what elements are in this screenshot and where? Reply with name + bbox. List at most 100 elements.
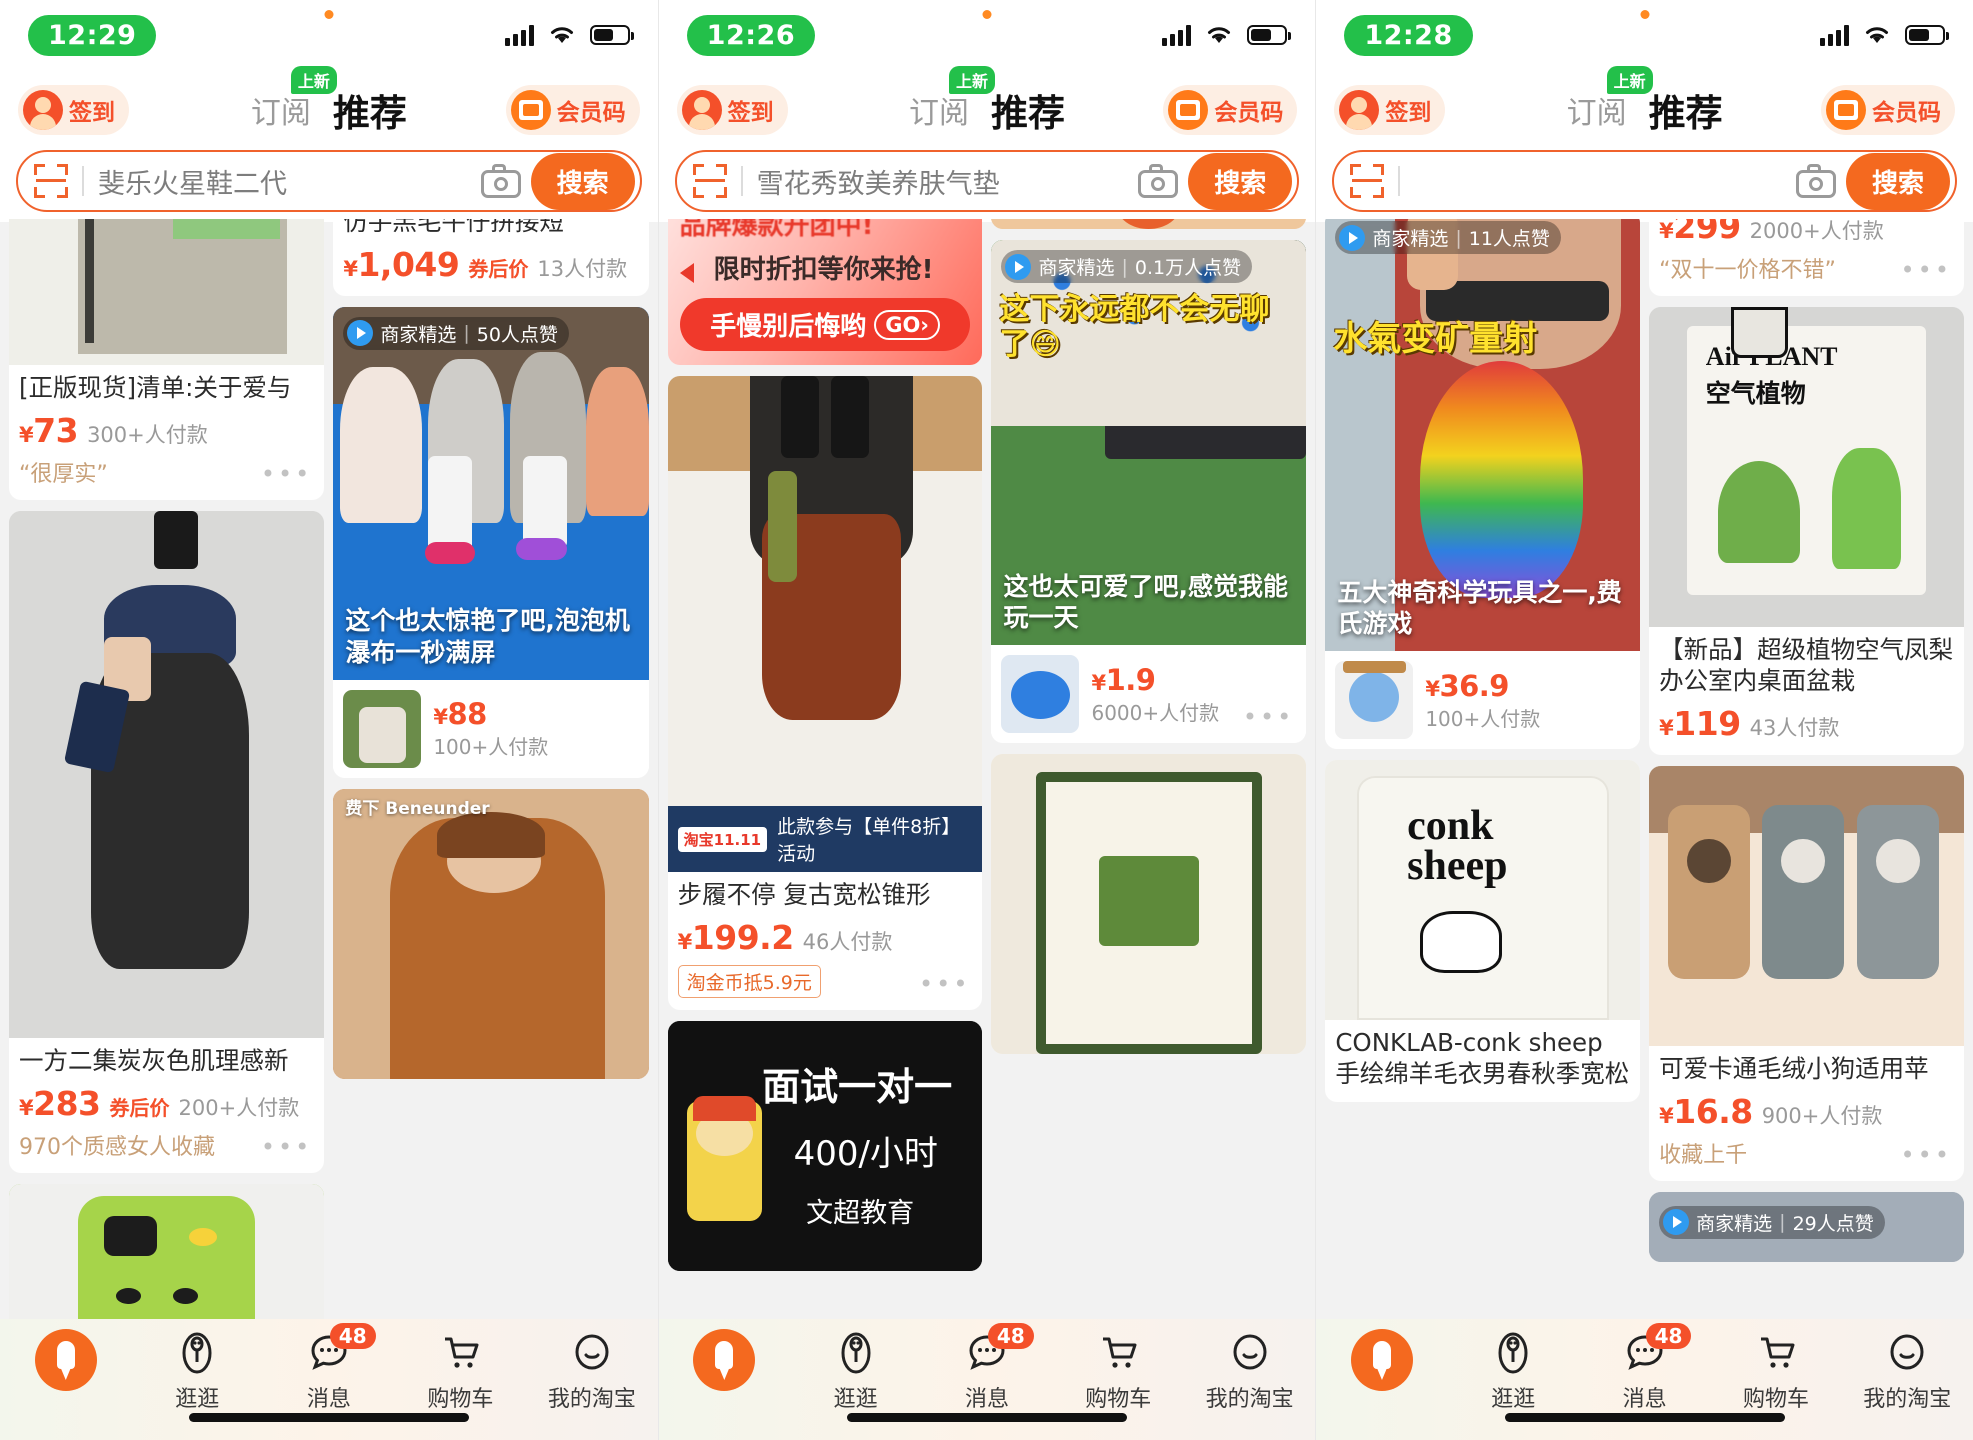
product-card[interactable]: Air PLANT 空气植物 【新品】超级植物空气凤梨办公室内桌面盆栽 ¥119…: [1649, 307, 1964, 755]
product-card[interactable]: 仿手羔毛牛仔拼接短 ¥1,049 券后价 13人付款: [333, 219, 649, 296]
product-card[interactable]: [991, 754, 1307, 1054]
strip-price-block: ¥1.9 6000+人付款: [1091, 663, 1219, 726]
scan-icon[interactable]: [1350, 164, 1385, 198]
product-price: ¥1,049: [343, 244, 460, 284]
search-bar[interactable]: 斐乐火星鞋二代 搜索: [16, 150, 642, 212]
tab-browse[interactable]: 逛逛: [790, 1329, 921, 1413]
tab-cart[interactable]: 购物车: [1710, 1329, 1841, 1413]
promo-cta-button[interactable]: 手慢别后悔哟 GO›: [679, 298, 971, 351]
divider: |: [1121, 255, 1128, 278]
product-card[interactable]: 面试一对一 400/小时 文超教育: [667, 1020, 983, 1271]
search-input[interactable]: 雪花秀致美养肤气垫: [757, 162, 1139, 201]
camera-icon[interactable]: [1138, 164, 1179, 198]
product-sold: 13人付款: [537, 256, 628, 281]
tab-my-taobao[interactable]: 我的淘宝: [526, 1329, 658, 1413]
product-card[interactable]: 一方二集炭灰色肌理感新 ¥283 券后价 200+人付款 970个质感女人收藏 …: [9, 510, 325, 1173]
tab-messages[interactable]: 48 消息: [921, 1323, 1052, 1413]
product-title: CONKLAB-conk sheep 手绘绵羊毛衣男春秋季宽松: [1335, 1028, 1630, 1088]
tab-cart[interactable]: 购物车: [395, 1329, 527, 1413]
bottom-tab-bar[interactable]: 逛逛 48 消息 购物车 我的淘宝: [0, 1319, 658, 1440]
video-card[interactable]: 商家精选 | 11人点赞 水氣变矿量射 五大神奇科学玩具之一,费氏游戏 ¥36.…: [1325, 219, 1641, 749]
tab-recommend-label: 推荐: [1648, 92, 1723, 135]
more-dots-icon[interactable]: •••: [1243, 705, 1294, 729]
wifi-icon: [1863, 24, 1891, 46]
tab-subscribe[interactable]: 订阅 上新: [909, 66, 995, 132]
bottom-tab-bar[interactable]: 逛逛 48 消息 购物车 我的淘宝: [1316, 1319, 1973, 1440]
cart-icon: [1752, 1329, 1800, 1377]
tab-browse[interactable]: 逛逛: [1448, 1329, 1579, 1413]
more-dots-icon[interactable]: •••: [1901, 258, 1952, 282]
more-dots-icon[interactable]: •••: [1901, 1143, 1952, 1167]
search-button[interactable]: 搜索: [530, 152, 635, 210]
checkin-button[interactable]: 签到: [676, 85, 788, 135]
product-feed[interactable]: [正版现货]清单:关于爱与 ¥73 300+人付款 “很厚实” ••• 一方二集…: [0, 219, 658, 1319]
camera-icon[interactable]: [1795, 164, 1836, 198]
tab-subscribe-label: 订阅: [1566, 96, 1627, 131]
tab-home[interactable]: [1316, 1329, 1447, 1391]
product-image: 费下 Beneunder: [333, 788, 649, 1079]
tab-recommend[interactable]: 推荐: [1649, 83, 1723, 137]
product-feed[interactable]: 品牌爆款开团中! 限时折扣等你来抢! 手慢别后悔哟 GO› 淘宝11.11 此款…: [659, 219, 1316, 1319]
member-code-button[interactable]: 会员码: [1820, 85, 1955, 135]
tab-recommend[interactable]: 推荐: [991, 83, 1065, 137]
tab-messages[interactable]: 48 消息: [1579, 1323, 1710, 1413]
checkin-button[interactable]: 签到: [18, 85, 129, 135]
product-image: [9, 510, 325, 1038]
product-title: 【新品】超级植物空气凤梨办公室内桌面盆栽: [1659, 635, 1954, 695]
video-card[interactable]: 商家精选 | 50人点赞 这个也太惊艳了吧,泡泡机瀑布一秒满屏 ¥88 100+…: [333, 306, 649, 778]
video-card[interactable]: 商家精选 | 0.1万人点赞 这下永远都不会无聊了😄 这也太可爱了吧,感觉我能玩…: [991, 240, 1307, 743]
ad-line2: 400/小时: [793, 1133, 938, 1174]
member-code-button[interactable]: 会员码: [505, 85, 640, 135]
message-icon: 48: [1621, 1323, 1692, 1377]
tab-messages[interactable]: 48 消息: [263, 1323, 395, 1413]
member-code-button[interactable]: 会员码: [1163, 85, 1298, 135]
tab-browse[interactable]: 逛逛: [132, 1329, 264, 1413]
product-card[interactable]: [正版现货]清单:关于爱与 ¥73 300+人付款 “很厚实” •••: [9, 219, 325, 500]
my-taobao-icon: [1883, 1329, 1931, 1377]
more-dots-icon[interactable]: •••: [919, 972, 970, 996]
video-badge: 商家精选 | 29人点赞: [1659, 1205, 1885, 1239]
tab-recommend[interactable]: 推荐: [333, 83, 407, 137]
play-icon: [1339, 224, 1366, 251]
more-dots-icon[interactable]: •••: [261, 1135, 312, 1159]
tab-cart[interactable]: 购物车: [1053, 1329, 1184, 1413]
tab-my-taobao[interactable]: 我的淘宝: [1842, 1329, 1973, 1413]
video-channel: 商家精选: [1372, 228, 1449, 250]
play-icon: [347, 320, 374, 347]
checkin-button[interactable]: 签到: [1334, 85, 1446, 135]
product-feed[interactable]: 商家精选 | 11人点赞 水氣变矿量射 五大神奇科学玩具之一,费氏游戏 ¥36.…: [1316, 219, 1973, 1319]
search-bar[interactable]: 雪花秀致美养肤气垫 搜索: [674, 150, 1300, 212]
camera-icon[interactable]: [480, 164, 521, 198]
product-card[interactable]: 可爱卡通毛绒小狗适用苹 ¥16.8 900+人付款 收藏上千 •••: [1649, 765, 1964, 1181]
rocket-icon: [34, 1329, 97, 1391]
tab-my-taobao[interactable]: 我的淘宝: [1184, 1329, 1315, 1413]
search-button[interactable]: 搜索: [1188, 152, 1293, 210]
product-image: conk sheep: [1325, 760, 1641, 1020]
product-card-partial[interactable]: ¥299 2000+人付款 “双十一价格不错” •••: [1649, 219, 1964, 296]
tab-subscribe[interactable]: 订阅 上新: [251, 66, 337, 132]
product-card[interactable]: [9, 1183, 325, 1319]
video-product-strip[interactable]: ¥1.9 6000+人付款 •••: [991, 645, 1307, 743]
product-price: ¥299: [1659, 219, 1741, 246]
product-card[interactable]: conk sheep CONKLAB-conk sheep 手绘绵羊毛衣男春秋季宽…: [1325, 760, 1641, 1102]
search-input[interactable]: 斐乐火星鞋二代: [98, 162, 481, 201]
product-price: ¥73: [19, 410, 79, 450]
tab-subscribe[interactable]: 订阅 上新: [1566, 66, 1653, 132]
search-button[interactable]: 搜索: [1845, 152, 1950, 210]
cellular-bars-icon: [1162, 24, 1192, 46]
tab-home[interactable]: [659, 1329, 790, 1391]
product-card-partial[interactable]: [991, 219, 1307, 229]
scan-icon[interactable]: [692, 164, 727, 198]
video-card-partial[interactable]: 商家精选 | 29人点赞: [1649, 1191, 1964, 1262]
promo-banner[interactable]: 品牌爆款开团中! 限时折扣等你来抢! 手慢别后悔哟 GO›: [667, 219, 983, 365]
more-dots-icon[interactable]: •••: [261, 462, 312, 486]
product-image: [991, 754, 1307, 1054]
video-product-strip[interactable]: ¥88 100+人付款: [333, 679, 649, 778]
tab-home[interactable]: [0, 1329, 132, 1391]
product-card[interactable]: 费下 Beneunder: [333, 788, 649, 1079]
search-bar[interactable]: 搜索: [1332, 150, 1957, 212]
scan-icon[interactable]: [34, 164, 68, 198]
video-product-strip[interactable]: ¥36.9 100+人付款: [1325, 651, 1641, 749]
bottom-tab-bar[interactable]: 逛逛 48 消息 购物车 我的淘宝: [658, 1319, 1316, 1440]
product-card[interactable]: 淘宝11.11 此款参与【单件8折】活动 步履不停 复古宽松锥形 ¥199.2 …: [667, 376, 983, 1010]
